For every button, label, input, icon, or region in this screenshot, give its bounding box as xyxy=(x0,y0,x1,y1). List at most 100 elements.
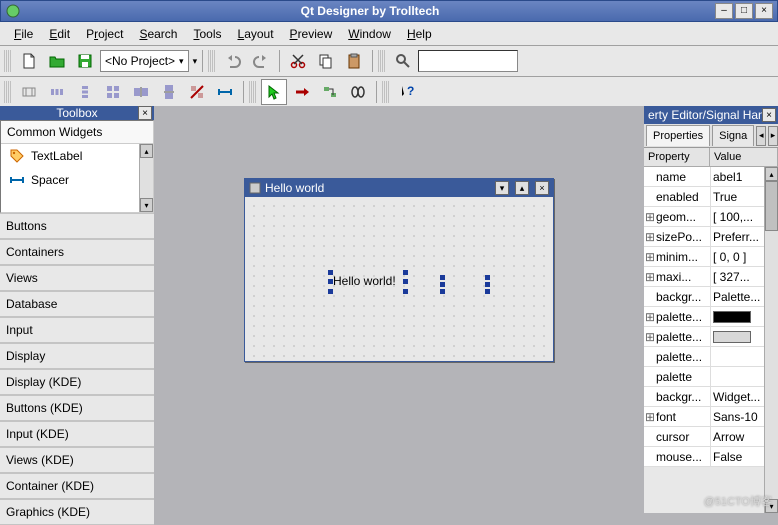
property-value[interactable] xyxy=(710,307,764,326)
property-value[interactable]: Widget... xyxy=(710,387,764,406)
toolbox-item-spacer[interactable]: Spacer xyxy=(1,168,153,192)
toolbox-category[interactable]: Graphics (KDE) xyxy=(0,499,154,525)
property-editor-header[interactable]: erty Editor/Signal Hand × xyxy=(644,106,778,124)
spacer-widget[interactable] xyxy=(440,275,490,295)
toolbox-close-icon[interactable]: × xyxy=(138,106,152,120)
form-minimize-icon[interactable]: ▾ xyxy=(495,181,509,195)
break-layout-button[interactable] xyxy=(184,79,210,105)
toolbar-grip[interactable] xyxy=(382,81,390,103)
form-canvas[interactable]: Hello world! xyxy=(245,197,553,361)
property-value[interactable]: [ 100,... xyxy=(710,207,764,226)
cut-button[interactable] xyxy=(285,48,311,74)
spacer-tool-button[interactable] xyxy=(212,79,238,105)
layout-hsplit-button[interactable] xyxy=(128,79,154,105)
mdi-area[interactable]: Hello world ▾ ▴ × Hello world! xyxy=(154,106,644,513)
property-row[interactable]: ⊞geom...[ 100,... xyxy=(644,207,764,227)
toolbox-category[interactable]: Container (KDE) xyxy=(0,473,154,499)
expand-icon[interactable]: ⊞ xyxy=(644,210,656,224)
toolbar-grip[interactable] xyxy=(208,50,216,72)
menu-edit[interactable]: Edit xyxy=(41,24,78,44)
toolbox-category[interactable]: Containers xyxy=(0,239,154,265)
toolbox-category[interactable]: Buttons xyxy=(0,213,154,239)
tab-scroll-left-icon[interactable]: ◂ xyxy=(756,126,766,146)
form-close-icon[interactable]: × xyxy=(535,181,549,195)
property-row[interactable]: backgr...Palette... xyxy=(644,287,764,307)
property-row[interactable]: ⊞palette... xyxy=(644,307,764,327)
close-button[interactable]: × xyxy=(755,3,773,19)
toolbar-grip[interactable] xyxy=(4,81,12,103)
toolbox-item-textlabel[interactable]: TextLabel xyxy=(1,144,153,168)
toolbox-header[interactable]: Toolbox × xyxy=(0,106,154,120)
adjust-size-button[interactable] xyxy=(16,79,42,105)
property-value[interactable]: Preferr... xyxy=(710,227,764,246)
connect-tool-button[interactable] xyxy=(289,79,315,105)
scroll-up-icon[interactable]: ▴ xyxy=(140,144,153,158)
scroll-down-icon[interactable]: ▾ xyxy=(140,198,153,212)
search-button[interactable] xyxy=(390,48,416,74)
resize-handle[interactable] xyxy=(328,289,333,294)
project-combo[interactable]: <No Project> ▾ xyxy=(100,50,189,72)
expand-icon[interactable]: ⊞ xyxy=(644,410,656,424)
menu-project[interactable]: Project xyxy=(78,24,131,44)
scrollbar-thumb[interactable] xyxy=(765,181,778,231)
toolbox-category[interactable]: Buttons (KDE) xyxy=(0,395,154,421)
property-row[interactable]: ⊞palette... xyxy=(644,327,764,347)
toolbox-category[interactable]: Display (KDE) xyxy=(0,369,154,395)
property-value[interactable] xyxy=(710,367,764,386)
expand-icon[interactable]: ⊞ xyxy=(644,270,656,284)
toolbox-category[interactable]: Input (KDE) xyxy=(0,421,154,447)
buddy-tool-button[interactable] xyxy=(345,79,371,105)
toolbox-category[interactable]: Views (KDE) xyxy=(0,447,154,473)
property-row[interactable]: ⊞minim...[ 0, 0 ] xyxy=(644,247,764,267)
menu-layout[interactable]: Layout xyxy=(230,24,282,44)
toolbox-category[interactable]: Display xyxy=(0,343,154,369)
property-row[interactable]: cursorArrow xyxy=(644,427,764,447)
toolbar-grip[interactable] xyxy=(4,50,12,72)
menu-tools[interactable]: Tools xyxy=(185,24,229,44)
toolbox-category[interactable]: Input xyxy=(0,317,154,343)
whatsthis-button[interactable]: ? xyxy=(394,79,420,105)
property-value[interactable] xyxy=(710,327,764,346)
layout-grid-button[interactable] xyxy=(100,79,126,105)
toolbox-category[interactable]: Views xyxy=(0,265,154,291)
col-value[interactable]: Value xyxy=(710,148,778,166)
resize-handle[interactable] xyxy=(403,270,408,275)
menu-preview[interactable]: Preview xyxy=(282,24,341,44)
property-value[interactable] xyxy=(710,347,764,366)
minimize-button[interactable]: – xyxy=(715,3,733,19)
expand-icon[interactable]: ⊞ xyxy=(644,330,656,344)
property-row[interactable]: palette xyxy=(644,367,764,387)
undo-button[interactable] xyxy=(220,48,246,74)
property-row[interactable]: nameabel1 xyxy=(644,167,764,187)
project-dropdown-icon[interactable]: ▾ xyxy=(193,56,198,67)
menu-search[interactable]: Search xyxy=(131,24,185,44)
pointer-tool-button[interactable] xyxy=(261,79,287,105)
tab-properties[interactable]: Properties xyxy=(646,125,710,146)
property-scrollbar[interactable]: ▴ ▾ xyxy=(764,167,778,513)
layout-vsplit-button[interactable] xyxy=(156,79,182,105)
form-maximize-icon[interactable]: ▴ xyxy=(515,181,529,195)
property-value[interactable]: [ 327... xyxy=(710,267,764,286)
property-row[interactable]: ⊞fontSans-10 xyxy=(644,407,764,427)
property-value[interactable]: Arrow xyxy=(710,427,764,446)
menu-file[interactable]: File xyxy=(6,24,41,44)
toolbar-grip[interactable] xyxy=(249,81,257,103)
menu-window[interactable]: Window xyxy=(340,24,399,44)
property-editor-close-icon[interactable]: × xyxy=(762,108,776,122)
tab-scroll-right-icon[interactable]: ▸ xyxy=(768,126,778,146)
toolbar-grip[interactable] xyxy=(378,50,386,72)
property-value[interactable]: [ 0, 0 ] xyxy=(710,247,764,266)
tab-order-button[interactable] xyxy=(317,79,343,105)
layout-hbox-button[interactable] xyxy=(44,79,70,105)
property-row[interactable]: backgr...Widget... xyxy=(644,387,764,407)
resize-handle[interactable] xyxy=(403,279,408,284)
new-file-button[interactable] xyxy=(16,48,42,74)
form-titlebar[interactable]: Hello world ▾ ▴ × xyxy=(245,179,553,197)
expand-icon[interactable]: ⊞ xyxy=(644,230,656,244)
paste-button[interactable] xyxy=(341,48,367,74)
property-value[interactable]: Palette... xyxy=(710,287,764,306)
property-value[interactable]: Sans-10 xyxy=(710,407,764,426)
redo-button[interactable] xyxy=(248,48,274,74)
menu-help[interactable]: Help xyxy=(399,24,440,44)
layout-vbox-button[interactable] xyxy=(72,79,98,105)
